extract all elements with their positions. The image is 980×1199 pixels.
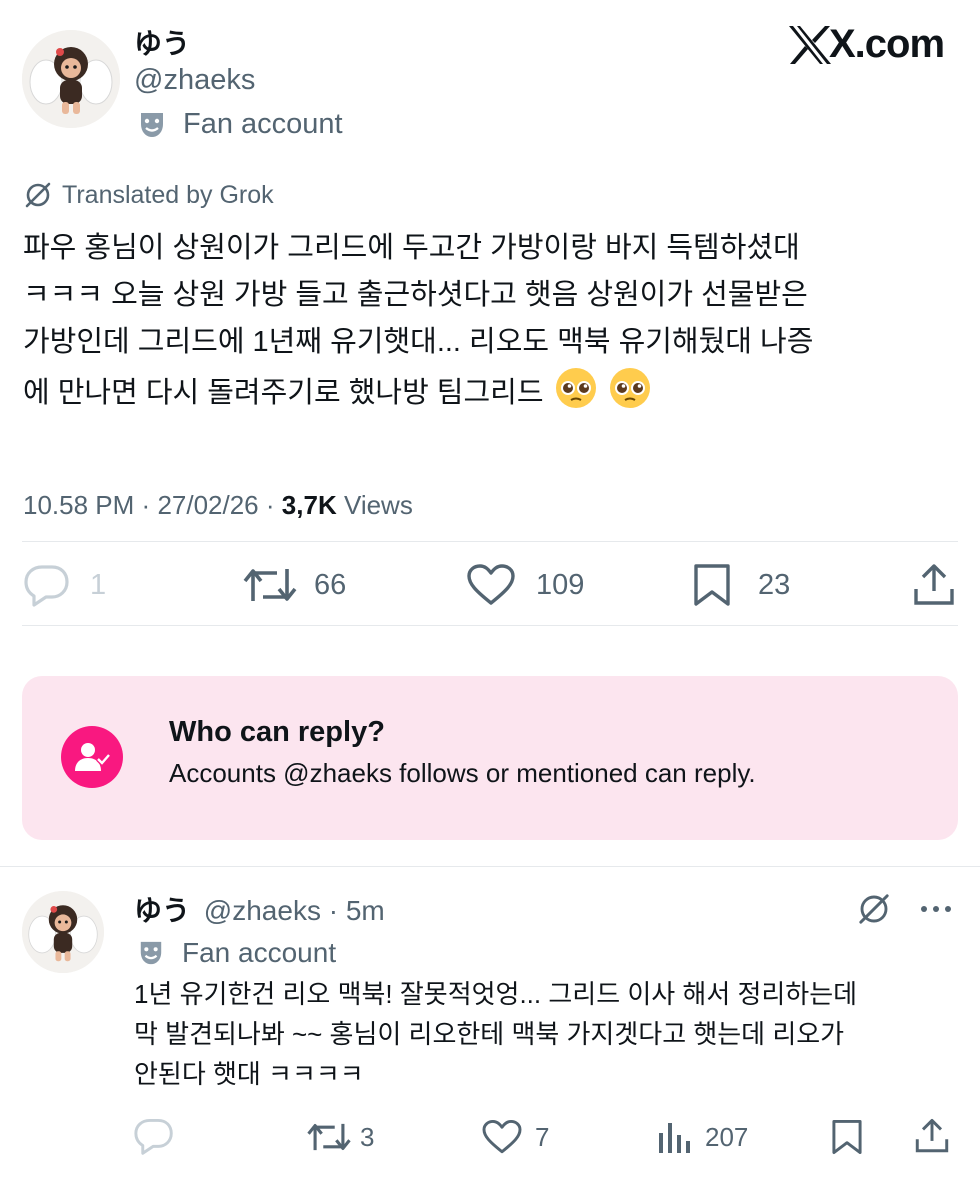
reply-fan-account-text: Fan account [182, 937, 337, 968]
reply-text-line: 안된다 햇대 ㅋㅋㅋㅋ [134, 1059, 364, 1089]
reply-reply-button[interactable] [134, 1117, 186, 1155]
fan-account-label: Fan account [138, 108, 343, 141]
reply-text-line: 막 발견되나봐 ~~ 홍님이 리오한테 맥북 가지겟다고 햇는데 리오가 [134, 1019, 845, 1049]
who-can-reply-description: Accounts @zhaeks follows or mentioned ca… [169, 758, 756, 788]
section-divider [0, 866, 980, 867]
monchhichi-avatar-icon [22, 891, 104, 973]
reply-button[interactable]: 1 [24, 563, 106, 607]
fan-account-text: Fan account [183, 108, 343, 140]
display-name[interactable]: ゆう [134, 22, 190, 62]
tweet-text-line: 에 만나면 다시 돌려주기로 했나방 팀그리드 [23, 377, 544, 409]
reply-views-button[interactable]: 207 [657, 1119, 748, 1155]
brand-text: X.com [829, 22, 945, 66]
brand-logo: X.com [787, 22, 945, 67]
reply-repost-count: 3 [360, 1121, 375, 1152]
reply-count: 1 [90, 568, 107, 601]
views-chart-icon [659, 1123, 690, 1153]
repost-icon [243, 569, 297, 601]
meta-separator: · [141, 490, 151, 520]
tweet-meta: 10.58 PM · 27/02/26 · 3,7K Views [23, 490, 413, 521]
reply-fan-account-label: Fan account [138, 937, 336, 969]
who-can-reply-title: Who can reply? [169, 716, 385, 748]
reply-time[interactable]: 5m [346, 895, 385, 926]
meta-separator: · [265, 490, 275, 520]
share-button[interactable] [912, 563, 956, 607]
theater-mask-icon [141, 112, 163, 137]
like-count: 109 [536, 568, 585, 601]
bookmark-count: 23 [758, 568, 791, 601]
theater-mask-icon [140, 941, 162, 965]
more-dots-icon [921, 906, 951, 912]
who-can-reply-badge [61, 726, 123, 788]
tweet-date[interactable]: 27/02/26 [157, 490, 258, 520]
tweet-text-line-last: 에 만나면 다시 돌려주기로 했나방 팀그리드 [23, 366, 963, 417]
views-label: Views [343, 490, 413, 520]
grok-icon [25, 182, 51, 208]
monchhichi-avatar-icon [22, 30, 120, 128]
share-icon [914, 564, 954, 605]
like-button[interactable]: 109 [466, 563, 584, 607]
tweet-text-line: 파우 홍님이 상원이가 그리드에 두고간 가방이랑 바지 득템하셨대 [23, 232, 800, 264]
tweet-time[interactable]: 10.58 PM [23, 490, 134, 520]
reply-bookmark-button[interactable] [830, 1119, 864, 1155]
reply-display-name[interactable]: ゆう [134, 895, 190, 926]
heart-icon [482, 1119, 522, 1154]
tweet-text: 파우 홍님이 상원이가 그리드에 두고간 가방이랑 바지 득템하셨대 ㅋㅋㅋ 오… [23, 225, 963, 417]
reply-like-count: 7 [535, 1121, 550, 1152]
heart-icon [467, 564, 515, 605]
divider [22, 541, 958, 542]
reply-header: ゆう @zhaeks · 5m [134, 889, 385, 929]
reply-avatar[interactable] [22, 891, 104, 973]
more-options-button[interactable] [918, 902, 954, 920]
reply-icon [134, 1118, 173, 1155]
views-count: 3,7K [281, 490, 337, 520]
divider [22, 625, 958, 626]
translated-by[interactable]: Translated by Grok [23, 180, 274, 210]
reply-like-button[interactable]: 7 [481, 1119, 549, 1155]
handle[interactable]: @zhaeks [134, 64, 255, 97]
person-check-icon [75, 743, 110, 771]
pleading-face-emoji-icon [609, 368, 650, 408]
repost-button[interactable]: 66 [243, 563, 346, 607]
pleading-face-emoji-icon [555, 368, 596, 408]
grok-icon [859, 894, 889, 924]
reply-text-line: 1년 유기한건 리오 맥북! 잘못적엇엉... 그리드 이사 해서 정리하는데 [134, 979, 858, 1009]
share-icon [915, 1118, 949, 1153]
tweet-text-line: 가방인데 그리드에 1년째 유기햇대... 리오도 맥북 유기해뒀대 나증 [23, 326, 814, 358]
reply-translate-button[interactable] [856, 891, 892, 932]
translated-by-text: Translated by Grok [62, 180, 274, 209]
bookmark-button[interactable]: 23 [692, 563, 790, 607]
bookmark-icon [694, 564, 730, 606]
reply-handle[interactable]: @zhaeks [204, 895, 321, 926]
reply-icon [24, 565, 69, 607]
reply-text: 1년 유기한건 리오 맥북! 잘못적엇엉... 그리드 이사 해서 정리하는데 … [134, 974, 964, 1094]
avatar[interactable] [22, 30, 120, 128]
repost-icon [307, 1123, 351, 1151]
repost-count: 66 [314, 568, 347, 601]
tweet-text-line: ㅋㅋㅋ 오늘 상원 가방 들고 출근하셧다고 햇음 상원이가 선물받은 [23, 279, 808, 311]
reply-repost-button[interactable]: 3 [306, 1119, 374, 1155]
x-logo-icon [789, 25, 831, 64]
bookmark-icon [832, 1119, 862, 1155]
reply-views-count: 207 [705, 1121, 749, 1152]
who-can-reply-card: Who can reply? Accounts @zhaeks follows … [22, 676, 958, 840]
reply-share-button[interactable] [914, 1117, 950, 1155]
reply-separator: · [328, 895, 339, 926]
